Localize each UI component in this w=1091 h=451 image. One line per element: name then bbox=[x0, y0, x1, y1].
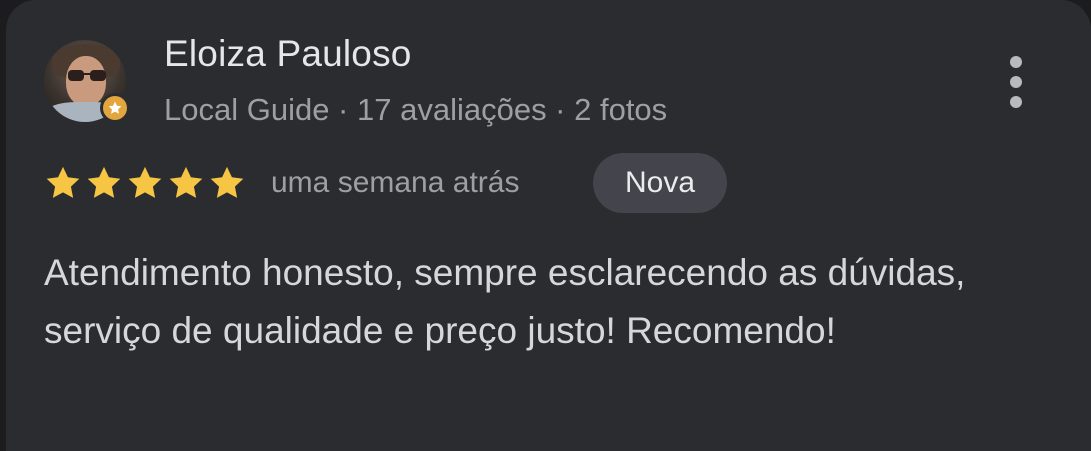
local-guide-star-icon bbox=[103, 96, 127, 120]
more-vert-icon bbox=[1010, 56, 1022, 68]
author-name[interactable]: Eloiza Pauloso bbox=[164, 33, 412, 75]
review-card: Eloiza Pauloso Local Guide · 17 avaliaçõ… bbox=[6, 0, 1091, 451]
star-icon bbox=[87, 166, 121, 198]
new-badge: Nova bbox=[593, 153, 727, 213]
star-rating bbox=[44, 164, 246, 202]
star-icon bbox=[169, 166, 203, 198]
local-guide-badge bbox=[100, 93, 130, 123]
more-vert-icon-dot bbox=[1010, 96, 1022, 108]
more-vert-icon-dot bbox=[1010, 76, 1022, 88]
review-text: Atendimento honesto, sempre esclarecendo… bbox=[44, 252, 966, 351]
star-icon bbox=[210, 166, 244, 198]
review-time: uma semana atrás bbox=[271, 166, 520, 199]
more-options-button[interactable] bbox=[996, 50, 1036, 114]
avatar-glasses bbox=[68, 70, 106, 81]
author-meta: Local Guide · 17 avaliações · 2 fotos bbox=[164, 92, 668, 127]
star-icon bbox=[128, 166, 162, 198]
star-icon bbox=[46, 166, 80, 198]
